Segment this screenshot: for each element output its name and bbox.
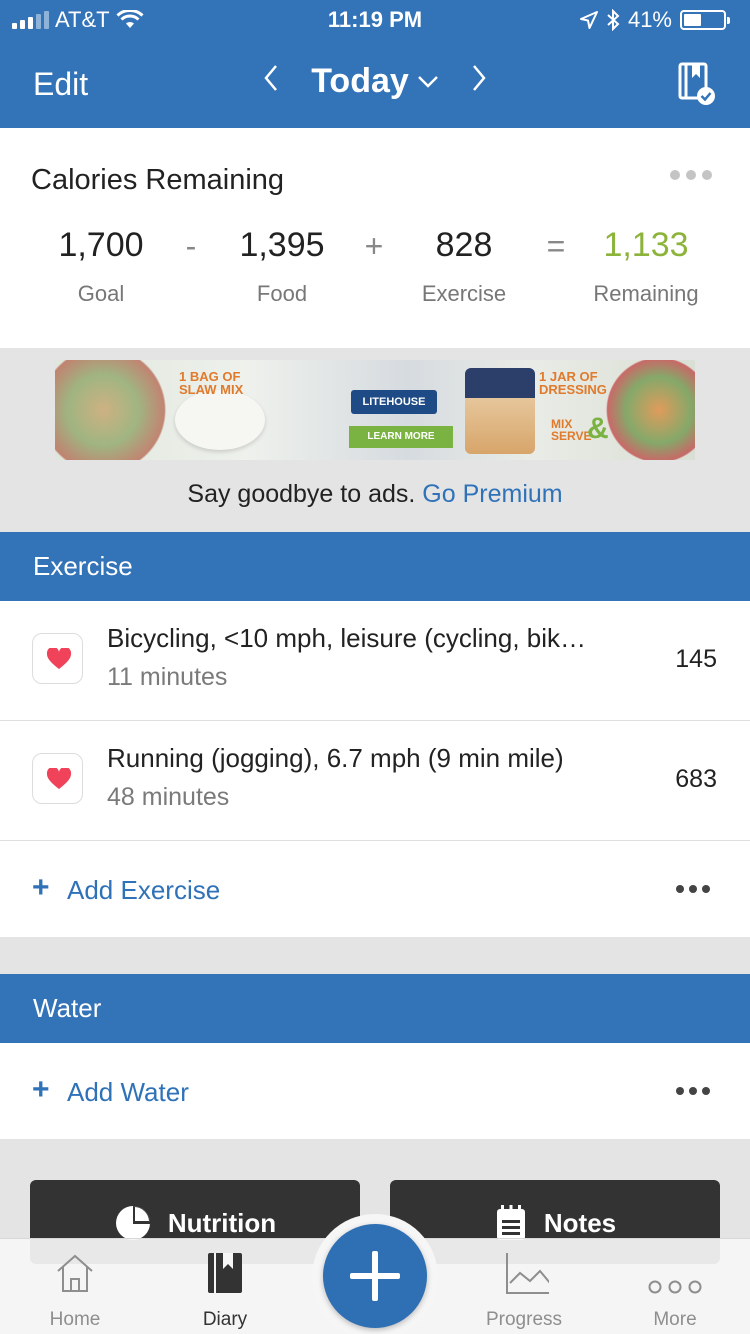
next-day-button[interactable] <box>465 64 493 100</box>
food-column: 1,395 Food <box>202 226 362 307</box>
add-exercise-row: + Add Exercise <box>0 841 750 937</box>
bluetooth-icon <box>607 9 620 31</box>
heart-icon <box>46 648 72 669</box>
food-value: 1,395 <box>239 226 325 264</box>
add-water-row: + Add Water <box>0 1043 750 1139</box>
add-exercise-button[interactable]: Add Exercise <box>67 875 220 906</box>
exercise-list: Bicycling, <10 mph, leisure (cycling, bi… <box>0 601 750 937</box>
calories-title: Calories Remaining <box>31 164 285 196</box>
plus-icon: + <box>32 871 50 904</box>
notepad-icon <box>496 1205 525 1240</box>
exercise-duration: 11 minutes <box>107 663 228 691</box>
date-selector[interactable]: Today <box>311 62 439 101</box>
previous-day-button[interactable] <box>257 64 285 100</box>
battery-icon <box>680 10 730 30</box>
go-premium-link[interactable]: Go Premium <box>422 480 562 508</box>
goal-value: 1,700 <box>58 226 144 264</box>
location-icon <box>579 11 598 29</box>
remaining-value: 1,133 <box>603 226 689 264</box>
bookmark-check-icon[interactable] <box>678 62 716 106</box>
ad-text-mix: MIX SERVE <box>551 417 592 443</box>
tab-more-label: More <box>653 1309 697 1330</box>
calories-more-button[interactable] <box>670 170 712 180</box>
nutrition-label: Nutrition <box>167 1208 277 1238</box>
exercise-entry[interactable]: Bicycling, <10 mph, leisure (cycling, bi… <box>0 601 750 721</box>
exercise-name: Running (jogging), 6.7 mph (9 min mile) <box>107 743 564 773</box>
exercise-duration: 48 minutes <box>107 783 230 811</box>
quick-add-button[interactable] <box>323 1224 427 1328</box>
goal-label: Goal <box>77 281 125 306</box>
ad-banner[interactable]: 1 BAG OF SLAW MIX LITEHOUSE LEARN MORE 1… <box>55 360 695 460</box>
exercise-section-header: Exercise <box>0 532 750 601</box>
tab-progress-label: Progress <box>485 1309 563 1330</box>
add-water-button[interactable]: Add Water <box>67 1077 189 1108</box>
health-app-icon <box>32 633 83 684</box>
ad-text-slaw: 1 BAG OF SLAW MIX <box>179 369 244 397</box>
food-label: Food <box>256 281 308 306</box>
battery-percent: 41% <box>627 7 672 32</box>
dressing-jar-image <box>465 368 535 454</box>
pie-chart-icon <box>115 1206 150 1240</box>
diary-icon <box>208 1253 242 1293</box>
status-right: 41% <box>579 7 730 33</box>
remaining-column: 1,133 Remaining <box>566 226 726 307</box>
date-navigator: Today <box>0 62 750 101</box>
exercise-name: Bicycling, <10 mph, leisure (cycling, bi… <box>107 623 587 653</box>
exercise-column: 828 Exercise <box>384 226 544 307</box>
calories-equation: 1,700 Goal - 1,395 Food + 828 Exercise =… <box>0 226 750 316</box>
exercise-label: Exercise <box>421 281 507 306</box>
tab-diary-label: Diary <box>202 1309 248 1330</box>
salad-image <box>55 360 175 460</box>
exercise-more-button[interactable] <box>676 885 710 893</box>
notes-label: Notes <box>543 1208 617 1238</box>
salad-image-right <box>605 360 695 460</box>
plus-icon: + <box>32 1073 50 1106</box>
top-bar: AT&T 11:19 PM 41% Edit Today <box>0 0 750 128</box>
health-app-icon <box>32 753 83 804</box>
exercise-calories: 683 <box>675 765 717 793</box>
home-icon <box>57 1254 93 1292</box>
premium-prompt: Say goodbye to ads. Go Premium <box>0 480 750 509</box>
more-icon <box>648 1280 702 1294</box>
heart-icon <box>46 768 72 789</box>
premium-text: Say goodbye to ads. <box>187 480 416 508</box>
ad-brand-logo: LITEHOUSE <box>351 390 437 414</box>
chevron-right-icon <box>472 64 486 91</box>
water-more-button[interactable] <box>676 1087 710 1095</box>
chevron-down-icon <box>417 75 438 88</box>
chevron-left-icon <box>264 64 278 91</box>
status-bar: AT&T 11:19 PM 41% <box>0 0 750 40</box>
dressing-bowl-image <box>175 390 265 450</box>
goal-column: 1,700 Goal <box>21 226 181 307</box>
exercise-value: 828 <box>435 226 493 264</box>
exercise-entry[interactable]: Running (jogging), 6.7 mph (9 min mile) … <box>0 721 750 841</box>
calories-remaining-card: Calories Remaining 1,700 Goal - 1,395 Fo… <box>0 128 750 348</box>
date-title: Today <box>311 62 409 100</box>
water-section-header: Water <box>0 974 750 1043</box>
remaining-label: Remaining <box>593 281 699 306</box>
progress-icon <box>506 1253 549 1294</box>
ad-area: 1 BAG OF SLAW MIX LITEHOUSE LEARN MORE 1… <box>0 348 750 532</box>
ad-learn-more-button[interactable]: LEARN MORE <box>349 426 453 448</box>
exercise-calories: 145 <box>675 645 717 673</box>
tab-home-label: Home <box>49 1309 101 1330</box>
